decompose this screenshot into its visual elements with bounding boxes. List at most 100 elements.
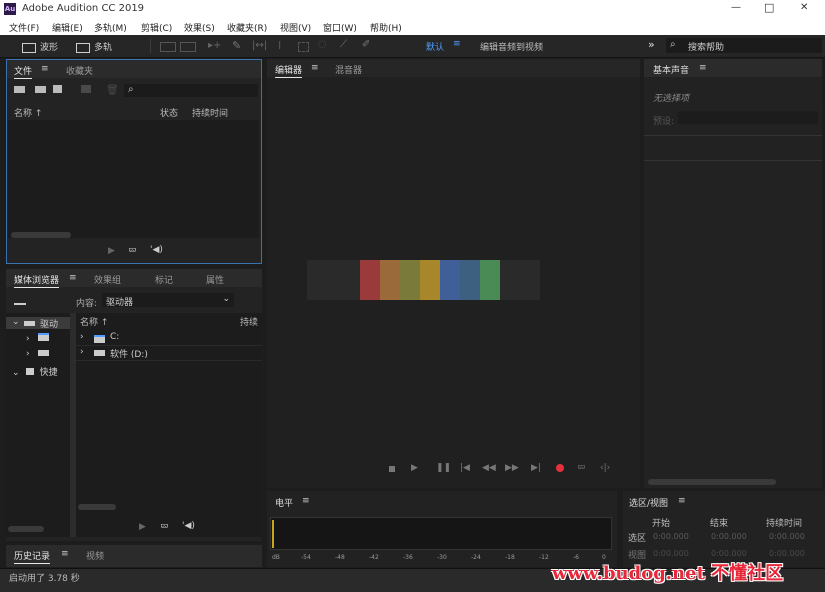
menu-bar: 文件(F) 编辑(E) 多轨(M) 剪辑(C) 效果(S) 收藏夹(R) 视图(… bbox=[0, 18, 825, 35]
tree-item-d-drive[interactable]: › bbox=[26, 349, 49, 359]
workspace-menu-icon[interactable]: ≡ bbox=[453, 39, 461, 49]
menu-help[interactable]: 帮助(H) bbox=[370, 21, 402, 34]
maximize-button[interactable]: □ bbox=[764, 1, 774, 14]
record-button[interactable] bbox=[556, 464, 564, 472]
files-loop-icon[interactable]: ⮹ bbox=[128, 244, 137, 258]
files-autoplay-icon[interactable]: '◀) bbox=[150, 245, 163, 255]
tab-video[interactable]: 视频 bbox=[86, 549, 104, 562]
media-play-icon[interactable]: ▶ bbox=[139, 522, 146, 532]
minimize-button[interactable]: — bbox=[731, 2, 741, 13]
loop-playback-button[interactable]: ⮹ bbox=[577, 461, 586, 475]
sv-view-start[interactable]: 0:00.000 bbox=[653, 549, 689, 558]
tab-markers[interactable]: 标记 bbox=[155, 273, 173, 286]
tab-editor[interactable]: 编辑器 bbox=[275, 63, 303, 78]
play-button[interactable]: ▶ bbox=[411, 463, 418, 473]
sv-selection-end[interactable]: 0:00.000 bbox=[711, 532, 747, 541]
files-search-field[interactable]: ⌕ bbox=[124, 84, 258, 97]
list-item[interactable]: › C: bbox=[76, 331, 262, 346]
menu-edit[interactable]: 编辑(E) bbox=[52, 21, 83, 34]
multitrack-view-button[interactable]: 多轨 bbox=[76, 40, 112, 53]
rewind-button[interactable]: ◀◀ bbox=[482, 463, 496, 473]
skip-selection-button[interactable]: ‹|› bbox=[600, 463, 610, 473]
media-tree-scrollbar[interactable] bbox=[8, 526, 44, 532]
time-selection-tool-icon[interactable]: I bbox=[278, 39, 281, 52]
media-autoplay-icon[interactable]: '◀) bbox=[182, 521, 195, 531]
tab-levels[interactable]: 电平 bbox=[275, 496, 293, 509]
files-scrollbar[interactable] bbox=[11, 232, 71, 238]
media-list-scrollbar[interactable] bbox=[78, 504, 116, 510]
pitch-display-icon[interactable] bbox=[180, 42, 196, 52]
levels-tab-menu-icon[interactable]: ≡ bbox=[302, 496, 310, 506]
sv-view-duration[interactable]: 0:00.000 bbox=[769, 549, 805, 558]
tab-favorites[interactable]: 收藏夹 bbox=[66, 64, 93, 77]
pause-button[interactable]: ❚❚ bbox=[436, 463, 451, 473]
essential-sound-tab-menu-icon[interactable]: ≡ bbox=[699, 63, 707, 73]
files-list[interactable] bbox=[8, 120, 259, 238]
go-to-end-button[interactable]: ▶| bbox=[531, 463, 541, 473]
tab-media-browser[interactable]: 媒体浏览器 bbox=[14, 273, 60, 288]
tree-item-drives[interactable]: ⌄ 驱动 bbox=[6, 317, 70, 330]
tab-files[interactable]: 文件 bbox=[14, 64, 33, 79]
editor-tab-menu-icon[interactable]: ≡ bbox=[311, 63, 319, 73]
open-file-icon[interactable] bbox=[14, 86, 25, 93]
list-item[interactable]: › 软件 (D:) bbox=[76, 346, 262, 361]
import-file-icon[interactable] bbox=[35, 86, 46, 93]
menu-file[interactable]: 文件(F) bbox=[9, 21, 39, 34]
workspace-edit-audio-to-video-tab[interactable]: 编辑音频到视频 bbox=[480, 40, 543, 53]
menu-effects[interactable]: 效果(S) bbox=[184, 21, 215, 34]
tab-selection-view[interactable]: 选区/视图 bbox=[629, 496, 668, 509]
tree-item-c-drive[interactable]: › bbox=[26, 333, 49, 344]
media-tab-menu-icon[interactable]: ≡ bbox=[69, 273, 77, 283]
media-list-pane[interactable]: 名称 ↑ 持续 › C: › 软件 (D:) bbox=[76, 313, 262, 537]
col-duration[interactable]: 持续时间 bbox=[192, 106, 228, 119]
col-status[interactable]: 状态 bbox=[160, 106, 178, 119]
color-block bbox=[480, 260, 500, 300]
media-col-name[interactable]: 名称 ↑ bbox=[80, 315, 108, 328]
sv-selection-start[interactable]: 0:00.000 bbox=[653, 532, 689, 541]
menu-multitrack[interactable]: 多轨(M) bbox=[94, 21, 127, 34]
move-tool-icon[interactable]: ▸+ bbox=[208, 40, 221, 51]
menu-clip[interactable]: 剪辑(C) bbox=[141, 21, 172, 34]
scale-label: -54 bbox=[301, 554, 311, 561]
media-loop-icon[interactable]: ⮹ bbox=[160, 520, 169, 534]
flag-icon bbox=[25, 368, 34, 375]
tab-mixer[interactable]: 混音器 bbox=[335, 63, 362, 76]
tab-properties[interactable]: 属性 bbox=[206, 273, 224, 286]
menu-view[interactable]: 视图(V) bbox=[280, 21, 311, 34]
essential-scrollbar[interactable] bbox=[648, 479, 776, 485]
tree-item-shortcuts[interactable]: ⌄ 快捷 bbox=[12, 365, 58, 378]
selection-view-tab-menu-icon[interactable]: ≡ bbox=[678, 496, 686, 506]
lasso-tool-icon[interactable]: ◌ bbox=[318, 39, 327, 50]
import-media-icon[interactable] bbox=[14, 296, 26, 305]
go-to-start-button[interactable]: |◀ bbox=[460, 463, 470, 473]
history-tab-menu-icon[interactable]: ≡ bbox=[61, 549, 69, 559]
razor-tool-icon[interactable]: ✎ bbox=[232, 39, 241, 52]
fast-forward-button[interactable]: ▶▶ bbox=[505, 463, 519, 473]
tab-effects-group[interactable]: 效果组 bbox=[94, 273, 121, 286]
editor-placeholder-left bbox=[307, 260, 360, 300]
content-select[interactable]: 驱动器 ⌄ bbox=[102, 293, 234, 308]
tab-essential-sound[interactable]: 基本声音 bbox=[653, 63, 689, 76]
sv-selection-duration[interactable]: 0:00.000 bbox=[769, 532, 805, 541]
stop-button[interactable] bbox=[389, 466, 395, 472]
sv-view-end[interactable]: 0:00.000 bbox=[711, 549, 747, 558]
brush-tool-icon[interactable]: ⟋ bbox=[340, 39, 347, 50]
menu-favorites[interactable]: 收藏夹(R) bbox=[227, 21, 267, 34]
files-play-icon[interactable]: ▶ bbox=[108, 246, 115, 256]
spectral-display-icon[interactable] bbox=[160, 42, 176, 52]
workspace-overflow-icon[interactable]: » bbox=[648, 38, 655, 51]
media-tree-pane[interactable]: ⌄ 驱动 › › ⌄ 快捷 bbox=[6, 313, 70, 537]
waveform-view-button[interactable]: 波形 bbox=[22, 40, 58, 53]
help-search-field[interactable]: ⌕ 搜索帮助 bbox=[666, 38, 822, 53]
slip-tool-icon[interactable]: |↔| bbox=[252, 40, 267, 51]
files-tab-menu-icon[interactable]: ≡ bbox=[41, 64, 49, 74]
new-file-icon[interactable] bbox=[53, 85, 62, 93]
menu-window[interactable]: 窗口(W) bbox=[323, 21, 357, 34]
col-name[interactable]: 名称 ↑ bbox=[14, 106, 42, 119]
close-button[interactable]: ✕ bbox=[800, 2, 808, 13]
workspace-default-tab[interactable]: 默认 bbox=[426, 40, 444, 53]
tab-history[interactable]: 历史记录 bbox=[14, 549, 51, 564]
media-col-duration[interactable]: 持续 bbox=[240, 315, 258, 328]
spot-healing-tool-icon[interactable]: ✐ bbox=[362, 39, 370, 50]
marquee-tool-icon[interactable] bbox=[298, 42, 309, 52]
